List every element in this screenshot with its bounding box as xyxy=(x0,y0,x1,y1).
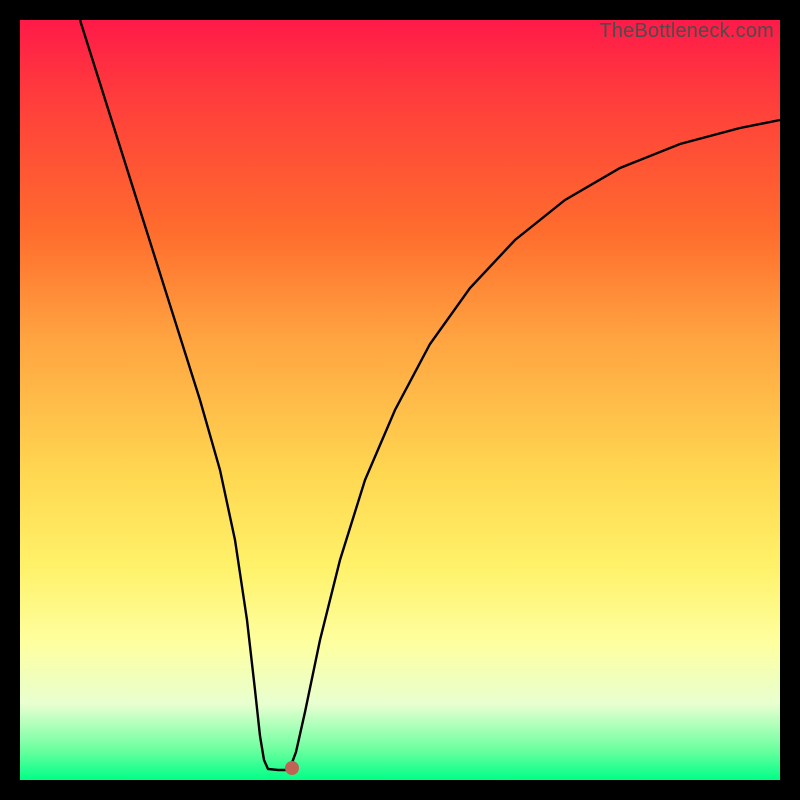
chart-background: TheBottleneck.com xyxy=(20,20,780,780)
chart-plot xyxy=(20,20,780,780)
sweet-spot-marker xyxy=(285,761,299,775)
bottleneck-curve xyxy=(80,20,780,770)
